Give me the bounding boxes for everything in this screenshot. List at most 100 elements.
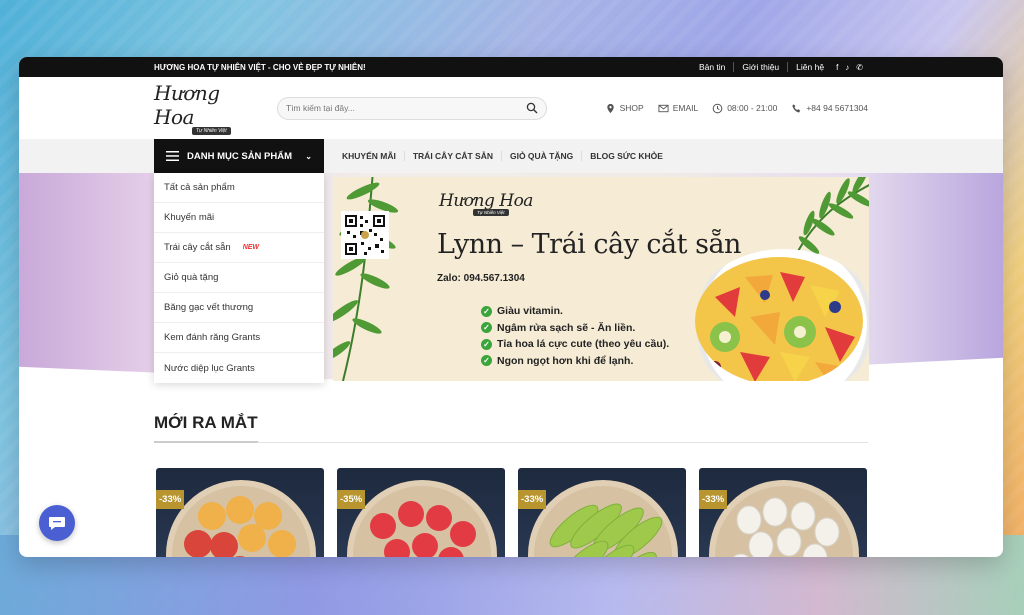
melon-balls-image [184,496,296,557]
top-links: Bản tin Giới thiệu Liên hệ f ♪ ✆ [691,62,863,72]
dropdown-item-bandages[interactable]: Băng gạc vết thương [154,293,324,323]
check-icon: ✓ [481,338,492,350]
dropdown-item-promotions[interactable]: Khuyến mãi [154,203,324,233]
nav-cut-fruit[interactable]: TRÁI CÂY CẮT SẴN [405,151,502,161]
mail-icon [658,104,669,112]
banner-logo-text: Hương Hoa [439,191,533,211]
fern-leaf-left [333,177,399,381]
watermelon-balls-image [370,501,476,557]
product-card[interactable]: -33% [156,468,324,557]
logo-subtext: Tự Nhiên Việt [192,127,231,135]
phone-label: +84 94 5671304 [806,103,868,113]
feature-item: ✓ Ngâm rửa sạch sẽ - Ăn liền. [481,320,669,337]
clock-icon [712,103,723,113]
dropdown-item-label: Trái cây cắt sẵn [164,242,231,253]
nav-items: KHUYẾN MÃI TRÁI CÂY CẮT SẴN GIỎ QUÀ TẶNG… [334,151,671,161]
discount-badge: -33% [156,490,185,509]
header: Hương Hoa Tự Nhiên Việt SHOP EMAIL 08:00… [19,77,1003,139]
dropdown-item-label: Băng gạc vết thương [164,302,254,313]
product-image [166,480,316,557]
product-card[interactable]: -33% [518,468,686,557]
facebook-icon[interactable]: f [836,63,838,72]
dropdown-item-gift-baskets[interactable]: Giỏ quà tặng [154,263,324,293]
shop-label: SHOP [619,103,644,113]
discount-badge: -33% [699,490,728,509]
category-dropdown: Tất cả sản phẩm Khuyến mãi Trái cây cắt … [154,173,324,383]
chat-icon [49,517,65,530]
feature-item: ✓ Tỉa hoa lá cực cute (theo yêu cầu). [481,336,669,353]
banner-logo-subtext: Tự Nhiên Việt [473,209,509,216]
hero-section: Tất cả sản phẩm Khuyến mãi Trái cây cắt … [19,173,1003,383]
banner-zalo: Zalo: 094.567.1304 [437,273,525,284]
hamburger-icon [166,151,179,161]
product-card[interactable]: -33% [699,468,867,557]
nav-health-blog[interactable]: BLOG SỨC KHỎE [582,151,671,161]
banner-logo: Hương Hoa Tự Nhiên Việt [439,191,539,216]
link-contact[interactable]: Liên hệ [788,62,832,72]
search-icon[interactable] [526,102,538,114]
feature-item: ✓ Ngon ngọt hơn khi để lạnh. [481,353,669,370]
product-image [709,480,859,557]
hours-info: 08:00 - 21:00 [712,103,777,114]
hours-label: 08:00 - 21:00 [727,103,778,113]
chevron-down-icon: ⌄ [305,151,312,161]
email-link[interactable]: EMAIL [658,103,699,114]
link-news[interactable]: Bản tin [691,62,735,72]
product-image [347,480,497,557]
dropdown-item-all[interactable]: Tất cả sản phẩm [154,173,324,203]
feature-text: Ngâm rửa sạch sẽ - Ăn liền. [497,321,636,334]
feature-text: Giàu vitamin. [497,305,563,318]
product-image [528,480,678,557]
feature-text: Tỉa hoa lá cực cute (theo yêu cầu). [497,338,670,351]
dropdown-item-toothpaste[interactable]: Kem đánh răng Grants [154,323,324,353]
lychee-image [732,497,840,557]
dropdown-item-cut-fruit[interactable]: Trái cây cắt sẵn NEW [154,233,324,263]
category-menu-button[interactable]: DANH MỤC SẢN PHẨM ⌄ [154,139,324,173]
dropdown-item-label: Tất cả sản phẩm [164,182,235,193]
phone-icon [792,103,801,112]
header-contacts: SHOP EMAIL 08:00 - 21:00 +84 94 5671304 [605,103,868,114]
dropdown-item-label: Giỏ quà tặng [164,272,219,283]
browser-window: HƯƠNG HOA TỰ NHIÊN VIỆT - CHO VẺ ĐẸP TỰ … [19,57,1003,557]
search-box [277,96,547,120]
category-menu-label: DANH MỤC SẢN PHẨM [187,150,293,162]
avocado-slices-image [549,503,663,557]
feature-item: ✓ Giàu vitamin. [481,303,669,320]
check-icon: ✓ [481,355,492,367]
dropdown-item-chlorophyll[interactable]: Nước diệp lục Grants [154,353,324,383]
fruit-salad-image [695,257,863,381]
chat-button[interactable] [39,505,75,541]
dropdown-item-label: Nước diệp lục Grants [164,362,255,374]
section-title: MỚI RA MẮT [154,413,258,443]
phone-icon[interactable]: ✆ [856,63,863,72]
social-icons: f ♪ ✆ [836,63,863,72]
new-badge: NEW [242,244,260,251]
dropdown-item-label: Khuyến mãi [164,212,215,223]
product-grid: -33% -35% -33% -33% [156,468,867,557]
nav-promotions[interactable]: KHUYẾN MÃI [334,151,405,161]
phone-link[interactable]: +84 94 5671304 [791,103,868,114]
link-about[interactable]: Giới thiệu [734,62,789,72]
logo-text: Hương Hoa [154,81,220,129]
top-bar: HƯƠNG HOA TỰ NHIÊN VIỆT - CHO VẺ ĐẸP TỰ … [19,57,1003,77]
search-input[interactable] [286,103,526,113]
new-arrivals-header: MỚI RA MẮT [154,413,868,443]
dropdown-item-label: Kem đánh răng Grants [164,332,261,343]
product-card[interactable]: -35% [337,468,505,557]
banner-features: ✓ Giàu vitamin. ✓ Ngâm rửa sạch sẽ - Ăn li… [481,303,669,369]
nav-gift-baskets[interactable]: GIỎ QUÀ TẶNG [502,151,583,161]
email-label: EMAIL [672,103,699,113]
tagline: HƯƠNG HOA TỰ NHIÊN VIỆT - CHO VẺ ĐẸP TỰ … [154,62,366,72]
discount-badge: -35% [337,490,366,509]
tiktok-icon[interactable]: ♪ [845,63,849,72]
promo-banner[interactable]: Hương Hoa Tự Nhiên Việt Lynn – Trái cây … [333,177,869,381]
shop-link[interactable]: SHOP [605,103,644,114]
location-pin-icon [606,103,614,113]
qr-code-icon [344,214,386,256]
check-icon: ✓ [481,322,492,334]
main-nav: DANH MỤC SẢN PHẨM ⌄ KHUYẾN MÃI TRÁI CÂY … [19,139,1003,173]
qr-code [341,211,389,259]
check-icon: ✓ [481,305,492,317]
logo[interactable]: Hương Hoa Tự Nhiên Việt [154,81,254,135]
banner-title: Lynn – Trái cây cắt sẵn [437,229,741,260]
